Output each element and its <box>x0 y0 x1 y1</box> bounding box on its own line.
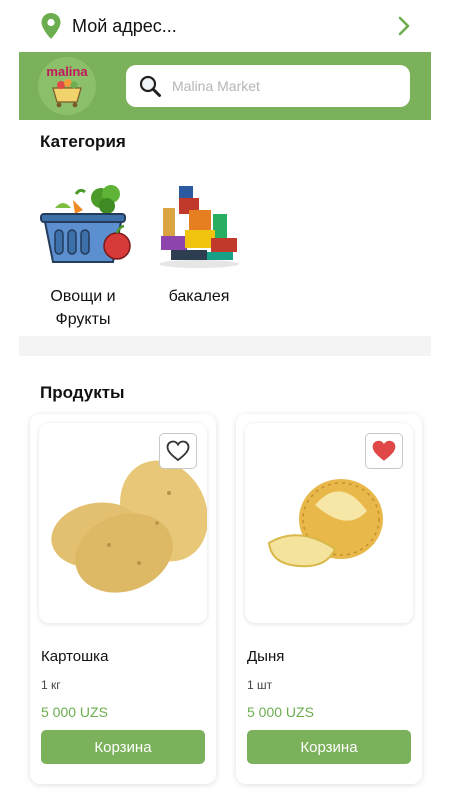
favorite-toggle[interactable] <box>159 433 197 469</box>
heart-filled-icon <box>372 440 396 461</box>
category-vegetables-fruits[interactable]: Овощи и Фрукты <box>28 180 138 331</box>
search-input[interactable] <box>172 78 392 94</box>
address-bar[interactable]: Мой адрес... <box>0 0 450 52</box>
category-grocery[interactable]: бакалея <box>144 180 254 308</box>
product-image <box>39 423 207 623</box>
categories-title: Категория <box>40 132 126 151</box>
malina-logo[interactable]: malina <box>35 54 99 118</box>
section-divider <box>19 336 431 356</box>
location-pin-icon <box>41 13 61 39</box>
grocery-products-image <box>149 180 249 270</box>
heart-outline-icon <box>166 440 190 462</box>
favorite-toggle[interactable] <box>365 433 403 469</box>
search-icon <box>139 75 161 97</box>
chevron-right-icon[interactable] <box>396 16 412 36</box>
products-title: Продукты <box>40 383 125 402</box>
address-label: Мой адрес... <box>72 15 177 36</box>
product-name: Картошка <box>41 648 109 665</box>
product-name: Дыня <box>247 648 285 665</box>
search-box[interactable] <box>126 65 410 107</box>
product-price: 5 000 UZS <box>247 704 314 720</box>
product-image <box>245 423 413 623</box>
product-unit: 1 шт <box>247 678 273 692</box>
add-to-cart-button[interactable]: Корзина <box>41 730 205 764</box>
category-label-line2: Фрукты <box>55 311 111 328</box>
add-to-cart-button[interactable]: Корзина <box>247 730 411 764</box>
vegetable-basket-image <box>33 180 133 270</box>
category-label-line1: Овощи и <box>50 288 116 305</box>
logo-text: malina <box>46 64 88 79</box>
category-label-line1: бакалея <box>168 288 230 305</box>
product-card[interactable]: Картошка 1 кг 5 000 UZS Корзина <box>30 414 216 784</box>
product-card[interactable]: Дыня 1 шт 5 000 UZS Корзина <box>236 414 422 784</box>
header-bar: malina <box>19 52 431 120</box>
product-price: 5 000 UZS <box>41 704 108 720</box>
product-unit: 1 кг <box>41 678 61 692</box>
